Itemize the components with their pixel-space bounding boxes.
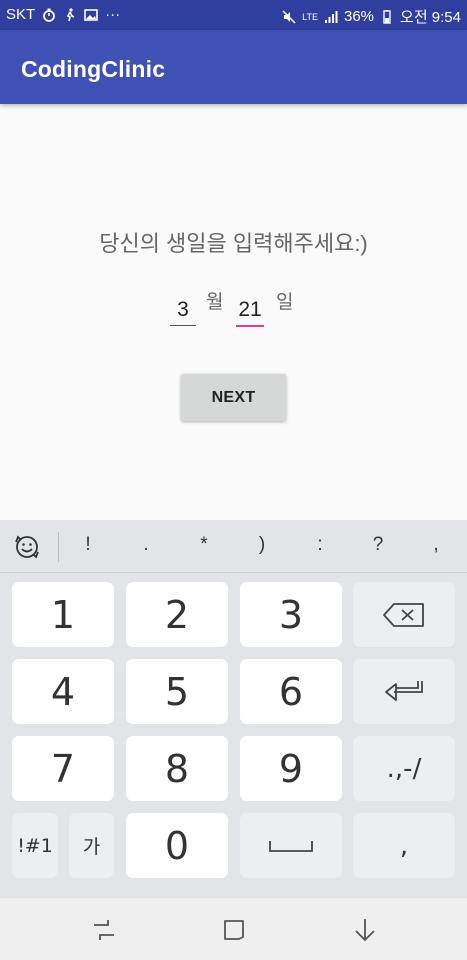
network-type-label: LTE xyxy=(302,11,318,22)
key-3[interactable]: 3 xyxy=(240,582,342,647)
backspace-icon xyxy=(383,602,424,627)
key-5[interactable]: 5 xyxy=(126,659,228,724)
symbol-key[interactable]: ? xyxy=(363,534,393,556)
navigation-bar xyxy=(0,898,467,960)
key-6[interactable]: 6 xyxy=(240,659,342,724)
symbol-key[interactable]: . xyxy=(131,534,161,556)
key-0[interactable]: 0 xyxy=(126,813,228,878)
birthday-prompt: 당신의 생일을 입력해주세요:) xyxy=(99,231,368,256)
key-1[interactable]: 1 xyxy=(12,582,114,647)
day-input[interactable]: 21 xyxy=(236,298,264,327)
walking-icon xyxy=(63,7,77,22)
symbol-row: ! . * ) : ? , xyxy=(0,520,467,573)
battery-icon xyxy=(380,9,394,24)
key-9[interactable]: 9 xyxy=(240,736,342,801)
numeric-keyboard: ! . * ) : ? , 1 2 3 4 5 6 7 8 9 .,-/ !#1… xyxy=(0,520,467,898)
more-notifications-icon: ··· xyxy=(105,6,121,23)
korean-toggle-key[interactable]: 가 xyxy=(69,813,114,878)
key-8[interactable]: 8 xyxy=(126,736,228,801)
symbol-toggle-key[interactable]: !#1 xyxy=(12,813,58,878)
key-2[interactable]: 2 xyxy=(126,582,228,647)
clock-time: 오전 9:54 xyxy=(400,9,461,26)
enter-key[interactable] xyxy=(353,659,455,724)
signal-icon xyxy=(324,10,338,24)
stopwatch-icon xyxy=(42,8,56,22)
emoji-icon[interactable] xyxy=(10,532,44,562)
symbol-key[interactable]: , xyxy=(421,534,451,556)
back-icon[interactable] xyxy=(351,916,379,944)
comma-key[interactable]: , xyxy=(353,813,455,878)
enter-icon xyxy=(385,680,423,701)
space-key[interactable] xyxy=(240,813,342,878)
app-title: CodingClinic xyxy=(21,56,166,82)
month-input[interactable]: 3 xyxy=(170,298,196,326)
mute-icon xyxy=(282,9,296,24)
status-right: LTE 36% 오전 9:54 xyxy=(282,6,461,27)
month-unit-label: 월 xyxy=(206,292,224,313)
next-button[interactable]: NEXT xyxy=(181,374,286,421)
recent-apps-icon[interactable] xyxy=(90,916,118,944)
symbol-key[interactable]: : xyxy=(305,534,335,556)
day-unit-label: 일 xyxy=(276,292,294,313)
symbol-key[interactable]: ! xyxy=(73,534,103,556)
image-icon xyxy=(84,8,98,22)
symbol-key[interactable]: ) xyxy=(247,534,277,556)
status-left: SKT ··· xyxy=(6,6,120,23)
battery-percent: 36% xyxy=(344,8,375,25)
symbol-divider xyxy=(58,532,59,562)
app-bar: CodingClinic xyxy=(0,30,467,104)
key-7[interactable]: 7 xyxy=(12,736,114,801)
status-bar: SKT ··· LTE 36% 오전 9:54 xyxy=(0,0,467,30)
home-icon[interactable] xyxy=(220,916,248,944)
punctuation-key[interactable]: .,-/ xyxy=(353,736,455,801)
carrier-label: SKT xyxy=(6,6,36,23)
key-4[interactable]: 4 xyxy=(12,659,114,724)
backspace-key[interactable] xyxy=(353,582,455,647)
symbol-key[interactable]: * xyxy=(189,534,219,556)
space-icon xyxy=(269,840,313,852)
